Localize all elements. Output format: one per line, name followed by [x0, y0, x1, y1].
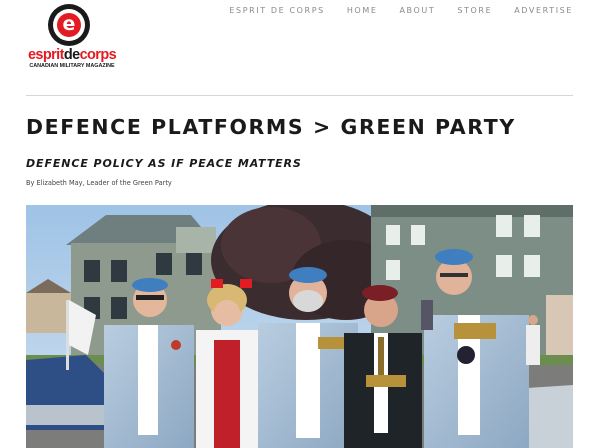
header-divider: [26, 95, 573, 96]
nav-item-about[interactable]: ABOUT: [399, 6, 435, 15]
logo-tagline: CANADIAN MILITARY MAGAZINE: [29, 63, 115, 69]
main-nav: ESPRIT DE CORPS HOME ABOUT STORE ADVERTI…: [229, 6, 573, 15]
nav-item-advertise[interactable]: ADVERTISE: [514, 6, 573, 15]
article-photo: [26, 205, 573, 448]
article-subtitle: DEFENCE POLICY AS IF PEACE MATTERS: [26, 157, 302, 170]
logo-letter: e: [57, 13, 81, 37]
logo-wordmark: espritdecorps: [27, 47, 117, 63]
page-title: DEFENCE PLATFORMS > GREEN PARTY: [26, 115, 516, 139]
site-logo[interactable]: e espritdecorps CANADIAN MILITARY MAGAZI…: [24, 4, 120, 70]
nav-item-home[interactable]: HOME: [347, 6, 378, 15]
nav-item-store[interactable]: STORE: [457, 6, 492, 15]
logo-emblem-icon: e: [48, 4, 90, 46]
article-byline: By Elizabeth May, Leader of the Green Pa…: [26, 179, 172, 187]
nav-item-esprit-de-corps[interactable]: ESPRIT DE CORPS: [229, 6, 324, 15]
